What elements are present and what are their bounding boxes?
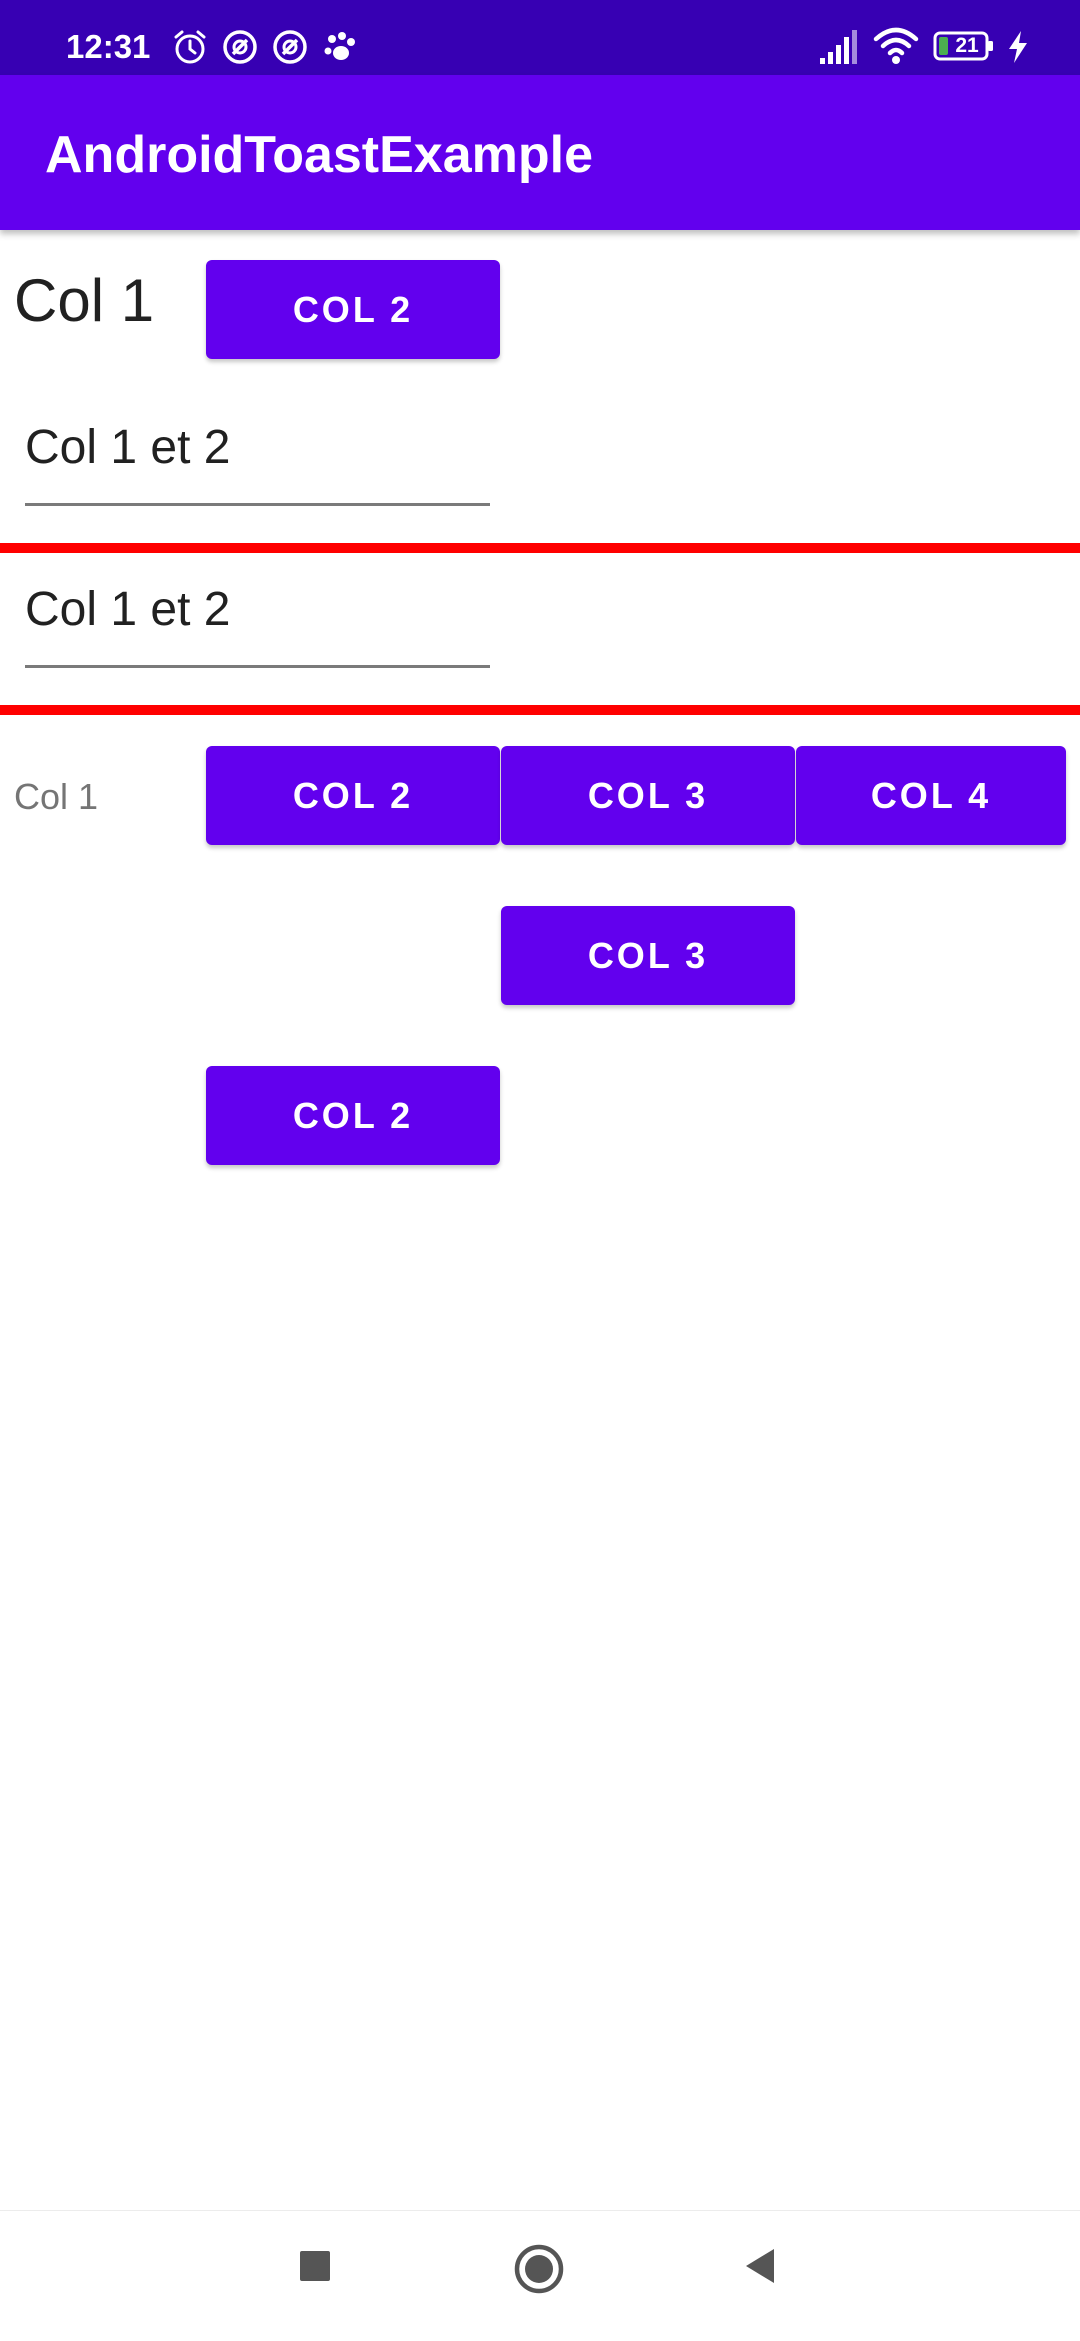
red-separator — [0, 705, 1080, 715]
status-time: 12:31 — [66, 28, 151, 65]
col2-button[interactable]: COL 2 — [206, 746, 500, 845]
app-title: AndroidToastExample — [45, 126, 594, 184]
signal-icon — [820, 30, 857, 64]
col4-button[interactable]: COL 4 — [796, 746, 1066, 845]
edittext-value: Col 1 et 2 — [25, 583, 231, 636]
paw-icon — [324, 32, 355, 60]
app-bar: AndroidToastExample — [0, 75, 1080, 230]
home-icon[interactable] — [513, 2243, 565, 2295]
col1-et-2-edittext[interactable]: Col 1 et 2 — [25, 578, 490, 668]
charging-icon — [1009, 31, 1027, 63]
recents-icon[interactable] — [297, 2248, 333, 2284]
navigation-bar — [0, 2210, 1080, 2341]
col3-button[interactable]: COL 3 — [501, 906, 795, 1005]
col3-button[interactable]: COL 3 — [501, 746, 795, 845]
notification-icon — [273, 30, 307, 64]
edittext-value: Col 1 et 2 — [25, 421, 231, 474]
battery-icon: 21 — [933, 31, 995, 61]
col1-label: Col 1 — [14, 267, 155, 334]
alarm-icon — [174, 30, 206, 64]
back-icon[interactable] — [740, 2246, 780, 2286]
red-separator — [0, 543, 1080, 553]
wifi-icon — [873, 27, 919, 64]
edittext-underline — [25, 665, 490, 668]
col2-button[interactable]: COL 2 — [206, 260, 500, 359]
edittext-underline — [25, 503, 490, 506]
status-bar: 12:31 21 — [0, 0, 1080, 75]
battery-level: 21 — [955, 34, 979, 57]
col1-label-small: Col 1 — [14, 776, 99, 817]
col2-button[interactable]: COL 2 — [206, 1066, 500, 1165]
col1-et-2-edittext[interactable]: Col 1 et 2 — [25, 416, 490, 506]
notification-icon — [223, 30, 257, 64]
